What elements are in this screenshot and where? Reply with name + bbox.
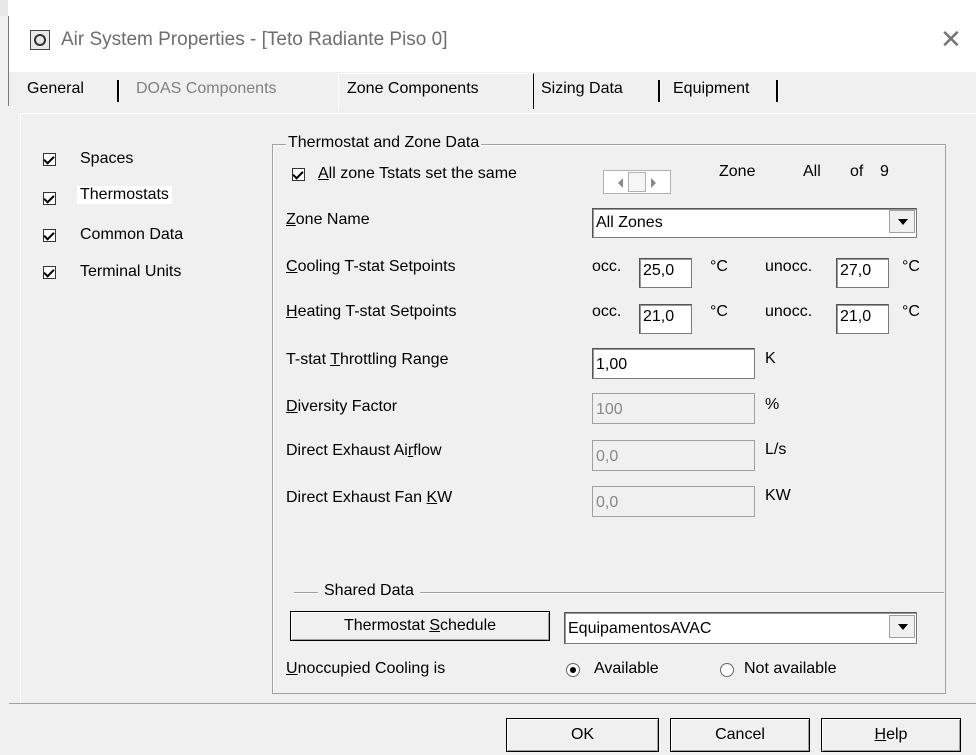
heating-occ-input[interactable]: 21,0 [639, 304, 692, 334]
background-window-strip [0, 0, 976, 16]
terminal-units-label[interactable]: Terminal Units [80, 263, 181, 281]
thermostats-label[interactable]: Thermostats [77, 186, 172, 204]
schedule-dropdown[interactable]: EquipamentosAVAC [564, 612, 917, 644]
zone-count: 9 [880, 163, 889, 180]
cooling-occ-input[interactable]: 25,0 [639, 258, 692, 288]
schedule-value: EquipamentosAVAC [568, 620, 712, 637]
tab-sizing-data[interactable]: Sizing Data [541, 80, 623, 98]
window-title: Air System Properties - [Teto Radiante P… [61, 29, 448, 50]
exhaust-fan-label: Direct Exhaust Fan KW [286, 489, 453, 506]
cooling-unocc-unit: °C [902, 258, 920, 275]
exhaust-fan-input[interactable]: 0,0 [592, 486, 755, 517]
shared-data-title: Shared Data [318, 582, 420, 600]
diversity-factor-label: Diversity Factor [286, 398, 398, 415]
heating-setpoints-label: Heating T-stat Setpoints [286, 303, 457, 320]
tab-general[interactable]: General [27, 80, 84, 98]
tab-equipment[interactable]: Equipment [673, 80, 750, 98]
throttling-range-label: T-stat Throttling Range [286, 351, 449, 368]
exhaust-airflow-unit: L/s [765, 441, 787, 458]
help-button[interactable]: Help [821, 718, 961, 752]
heating-occ-label: occ. [592, 303, 622, 320]
available-label[interactable]: Available [594, 660, 659, 678]
zone-of-label: of [850, 163, 864, 180]
zone-label: Zone [719, 163, 756, 180]
cooling-setpoints-label: Cooling T-stat Setpoints [286, 258, 456, 275]
spaces-checkbox[interactable] [43, 153, 56, 166]
app-window-icon [30, 30, 50, 50]
spin-right-icon[interactable] [651, 178, 656, 188]
zone-name-value: All Zones [596, 214, 663, 231]
cooling-unocc-label: unocc. [765, 258, 813, 275]
tab-panel-border [20, 113, 21, 703]
heating-unocc-label: unocc. [765, 303, 813, 320]
not-available-label[interactable]: Not available [744, 660, 837, 678]
diversity-factor-input[interactable]: 100 [592, 393, 755, 424]
terminal-units-checkbox[interactable] [43, 266, 56, 279]
footer-separator [9, 703, 976, 704]
diversity-factor-unit: % [765, 396, 780, 413]
common-data-label[interactable]: Common Data [80, 226, 183, 244]
exhaust-airflow-label: Direct Exhaust Airflow [286, 442, 442, 459]
zone-name-label: Zone Name [286, 211, 370, 228]
ok-button[interactable]: OK [506, 718, 659, 752]
spaces-label[interactable]: Spaces [80, 150, 133, 168]
close-icon[interactable]: ✕ [940, 24, 962, 55]
same-tstats-label[interactable]: All zone Tstats set the same [318, 165, 517, 183]
tab-separator [117, 80, 120, 102]
unoccupied-cooling-label: Unoccupied Cooling is [286, 660, 446, 677]
thermostat-zone-group-title: Thermostat and Zone Data [286, 134, 482, 152]
tab-panel-border [20, 113, 976, 114]
heating-occ-unit: °C [710, 303, 728, 320]
zone-value: All [803, 163, 821, 180]
throttling-range-unit: K [765, 350, 776, 367]
zone-spinner[interactable] [603, 170, 671, 194]
thermostats-checkbox[interactable] [43, 192, 56, 205]
common-data-checkbox[interactable] [43, 229, 56, 242]
spin-left-icon[interactable] [618, 178, 623, 188]
tab-doas-components[interactable]: DOAS Components [136, 80, 277, 98]
tab-separator [658, 80, 661, 102]
tab-zone-components[interactable]: Zone Components [347, 80, 479, 98]
tab-separator [776, 80, 779, 102]
zone-name-dropdown[interactable]: All Zones [592, 208, 917, 238]
chevron-down-icon[interactable] [889, 615, 915, 638]
cooling-occ-unit: °C [710, 258, 728, 275]
cooling-occ-label: occ. [592, 258, 622, 275]
exhaust-fan-unit: KW [765, 487, 791, 504]
available-radio[interactable] [566, 663, 580, 677]
cooling-unocc-input[interactable]: 27,0 [836, 258, 889, 288]
exhaust-airflow-input[interactable]: 0,0 [592, 440, 755, 471]
same-tstats-checkbox[interactable] [292, 168, 305, 181]
thermostat-schedule-button[interactable]: Thermostat Schedule [290, 611, 550, 641]
heating-unocc-unit: °C [902, 303, 920, 320]
chevron-down-icon[interactable] [889, 210, 915, 233]
spin-thumb[interactable] [628, 172, 646, 192]
cancel-button[interactable]: Cancel [670, 718, 810, 752]
throttling-range-input[interactable]: 1,00 [592, 348, 755, 379]
not-available-radio[interactable] [720, 663, 734, 677]
heating-unocc-input[interactable]: 21,0 [836, 304, 889, 334]
